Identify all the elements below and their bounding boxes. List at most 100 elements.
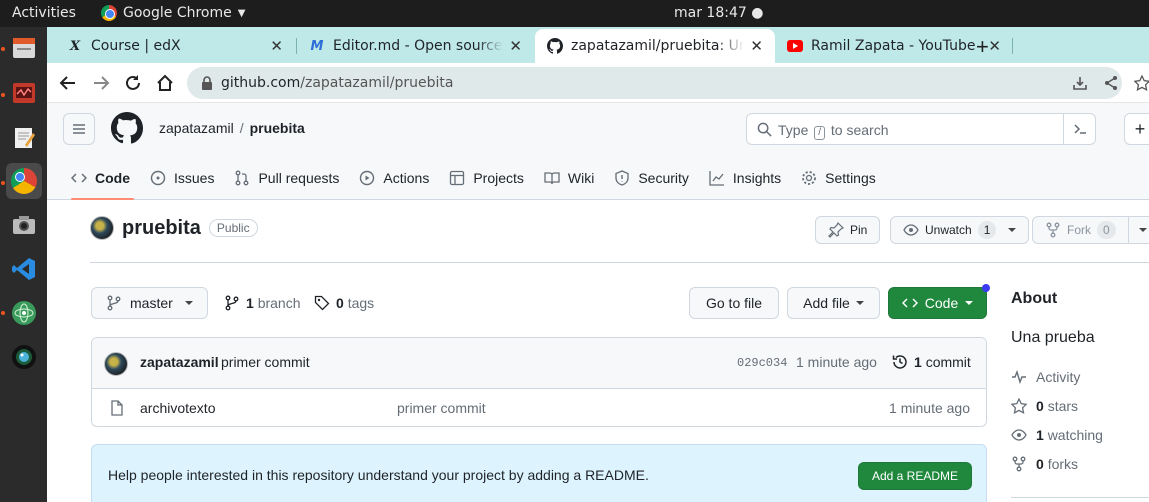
forks-count: 0 (1036, 456, 1044, 472)
about-divider (1011, 497, 1149, 498)
eye-icon (903, 224, 919, 236)
activity-label: Activity (1036, 369, 1081, 385)
vscode-icon[interactable] (6, 251, 42, 287)
table-row[interactable]: archivotexto primer commit 1 minute ago (92, 390, 986, 426)
fork-button[interactable]: Fork 0 (1032, 216, 1149, 244)
readme-prompt: Help people interested in this repositor… (91, 444, 987, 502)
install-app-icon[interactable] (1072, 75, 1088, 94)
add-readme-button[interactable]: Add a README (858, 462, 972, 490)
repo-title: pruebita Public (90, 216, 258, 240)
tab-pull-requests[interactable]: Pull requests (226, 163, 351, 193)
activities-button[interactable]: Activities (12, 5, 76, 21)
back-button[interactable] (57, 72, 79, 94)
tab-security[interactable]: Security (606, 163, 701, 193)
command-palette-button[interactable] (1063, 113, 1095, 145)
tags-link[interactable]: 0 tags (314, 295, 374, 311)
app-menu[interactable]: Google Chrome ▼ (101, 5, 245, 21)
pull-request-icon (236, 170, 249, 186)
tab-github[interactable]: zapatazamil/pruebita: Un ✕ (535, 29, 775, 63)
youtube-icon (787, 38, 803, 54)
fork-dropdown-toggle[interactable] (1127, 216, 1147, 244)
add-file-button[interactable]: Add file (787, 287, 880, 319)
tab-label: Code (95, 170, 130, 186)
github-logo-icon[interactable] (111, 112, 144, 147)
share-icon[interactable] (1103, 75, 1119, 94)
pin-button[interactable]: Pin (815, 216, 881, 244)
camera-lens-app-icon[interactable] (6, 339, 42, 375)
tab-code[interactable]: Code (63, 163, 142, 200)
watching-link[interactable]: 1 watching (1011, 427, 1103, 443)
os-top-bar: Activities Google Chrome ▼ mar 18:47 ● (0, 0, 1149, 27)
file-commit-message[interactable]: primer commit (397, 400, 486, 416)
new-tab-button[interactable]: + (976, 34, 989, 60)
tab-actions[interactable]: Actions (351, 163, 441, 193)
go-to-file-label: Go to file (705, 295, 763, 311)
atom-editor-icon[interactable] (6, 295, 42, 331)
home-button[interactable] (154, 72, 176, 94)
fork-icon (1012, 456, 1026, 472)
unwatch-label: Unwatch (925, 223, 972, 237)
close-icon[interactable]: ✕ (750, 37, 763, 55)
chrome-dock-icon[interactable] (6, 163, 42, 199)
unwatch-button[interactable]: Unwatch 1 (890, 216, 1030, 244)
running-indicator (1, 311, 5, 315)
owner-avatar[interactable] (90, 216, 114, 240)
menu-button[interactable] (63, 113, 95, 145)
chrome-icon (101, 5, 117, 21)
arrow-left-icon (59, 76, 75, 90)
breadcrumb-repo[interactable]: pruebita (250, 120, 305, 136)
gear-icon (802, 171, 817, 185)
activity-link[interactable]: Activity (1011, 369, 1080, 385)
tab-insights[interactable]: Insights (701, 163, 793, 193)
close-icon[interactable]: ✕ (509, 37, 522, 55)
file-name[interactable]: archivotexto (140, 400, 215, 416)
readme-prompt-text: Help people interested in this repositor… (108, 467, 649, 483)
commit-author[interactable]: zapatazamil (140, 354, 219, 370)
repo-name[interactable]: pruebita (122, 217, 201, 240)
tab-wiki[interactable]: Wiki (536, 163, 606, 193)
editormd-icon: M (310, 38, 324, 54)
reload-button[interactable] (122, 72, 144, 94)
commit-author-avatar[interactable] (104, 352, 128, 376)
tab-editor-md[interactable]: M Editor.md - Open source on ✕ (297, 29, 534, 63)
screenshot-app-icon[interactable] (6, 207, 42, 243)
add-readme-label: Add a README (871, 469, 959, 483)
file-list: zapatazamil primer commit 029c034 1 minu… (91, 337, 987, 427)
stars-link[interactable]: 0 stars (1011, 398, 1078, 414)
close-icon[interactable]: ✕ (988, 37, 1001, 55)
clock[interactable]: mar 18:47 ● (674, 5, 763, 21)
plus-icon: + (1134, 118, 1146, 139)
tab-projects[interactable]: Projects (441, 163, 536, 193)
tab-edx[interactable]: X Course | edX ✕ (55, 29, 295, 63)
go-to-file-button[interactable]: Go to file (689, 287, 779, 319)
commit-history-link[interactable]: 1 commit (892, 354, 971, 370)
bookmark-star-icon[interactable] (1133, 74, 1149, 94)
address-bar[interactable]: github.com/zapatazamil/pruebita (187, 67, 1122, 99)
shield-icon (615, 170, 629, 186)
text-editor-icon[interactable] (6, 120, 42, 156)
forks-link[interactable]: 0 forks (1011, 456, 1078, 472)
close-icon[interactable]: ✕ (270, 37, 283, 55)
commit-sha[interactable]: 029c034 (737, 356, 787, 370)
tab-issues[interactable]: Issues (142, 163, 226, 193)
tab-title: Ramil Zapata - YouTube (811, 38, 976, 54)
chevron-down-icon (855, 301, 864, 305)
branch-select[interactable]: master (91, 287, 208, 319)
system-monitor-icon[interactable] (6, 75, 42, 111)
branch-name: master (130, 295, 173, 311)
repo-nav: Code Issues Pull requests Actions Projec… (63, 163, 888, 200)
breadcrumb-owner[interactable]: zapatazamil (159, 120, 234, 136)
search-icon (757, 122, 772, 137)
branches-link[interactable]: 1 branch (224, 295, 301, 311)
code-button[interactable]: Code (888, 287, 987, 319)
tab-settings[interactable]: Settings (793, 163, 888, 193)
running-indicator (1, 181, 5, 185)
search-input[interactable]: Type / to search (746, 113, 1096, 145)
forward-button[interactable] (90, 72, 112, 94)
chevron-down-icon (1008, 228, 1017, 232)
branch-icon (225, 295, 239, 311)
files-app-icon[interactable] (6, 30, 42, 66)
create-new-button[interactable]: + (1124, 113, 1149, 145)
commit-message[interactable]: primer commit (221, 354, 310, 370)
pin-icon (828, 222, 844, 238)
